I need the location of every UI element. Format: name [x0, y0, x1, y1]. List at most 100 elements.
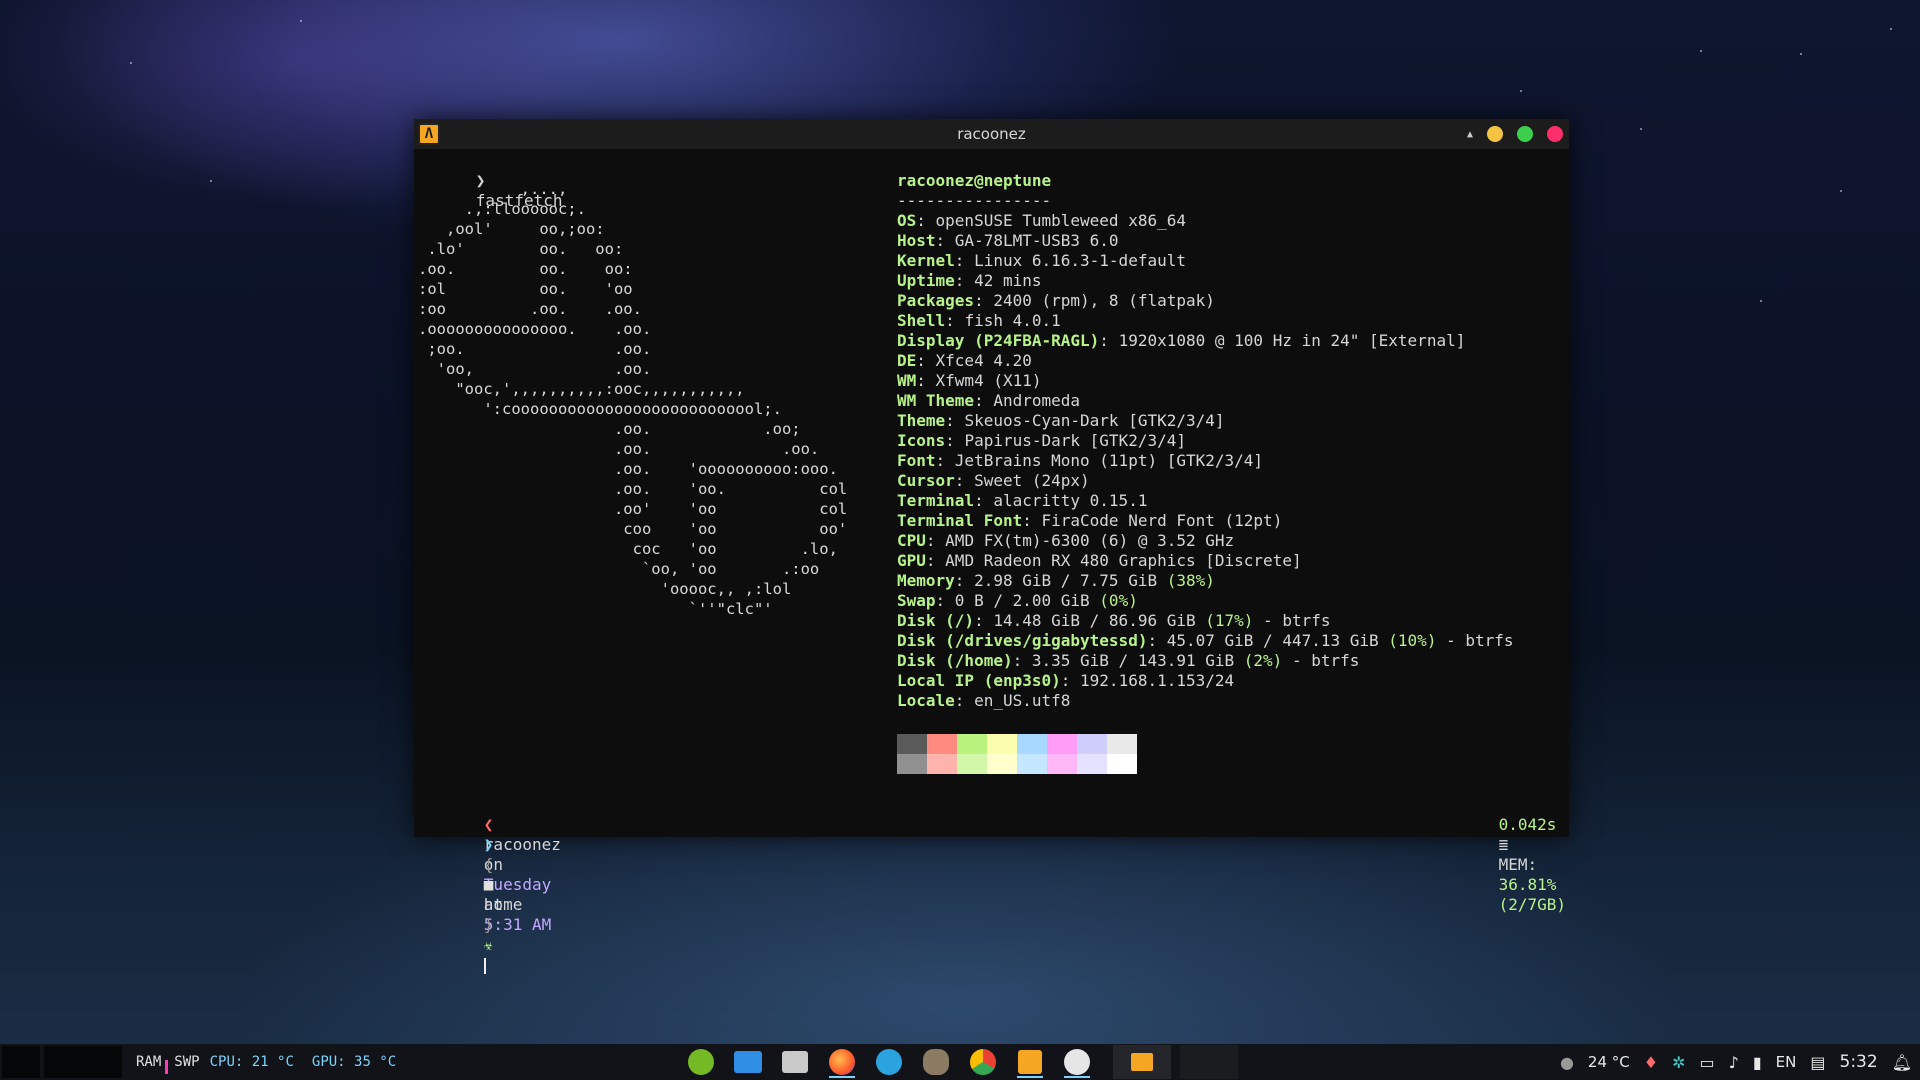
info-colon: :: [954, 251, 975, 270]
info-row: Cursor: Sweet (24px): [897, 471, 1514, 491]
palette-swatch: [987, 754, 1017, 774]
info-key: Disk (/home): [897, 651, 1013, 670]
palette-swatch: [897, 734, 927, 754]
info-key: Uptime: [897, 271, 955, 290]
info-row: Disk (/home): 3.35 GiB / 143.91 GiB (2%)…: [897, 651, 1514, 671]
palette-swatch: [1017, 734, 1047, 754]
palette-swatch: [1077, 734, 1107, 754]
info-key: Host: [897, 231, 936, 250]
shade-caret-icon[interactable]: ▲: [1467, 129, 1473, 140]
display-icon[interactable]: ▭: [1700, 1053, 1715, 1072]
weather-temp[interactable]: 24 °C: [1588, 1053, 1630, 1071]
biohazard-icon: ☣: [483, 935, 494, 954]
task-empty-slot[interactable]: [1180, 1045, 1238, 1079]
info-value: AMD FX(tm)-6300 (6) @ 3.52 GHz: [945, 531, 1235, 550]
info-colon: :: [1012, 651, 1032, 670]
info-row: Font: JetBrains Mono (11pt) [GTK2/3/4]: [897, 451, 1514, 471]
info-colon: :: [916, 371, 936, 390]
keyboard-layout[interactable]: EN: [1776, 1053, 1797, 1071]
info-value: Andromeda: [993, 391, 1081, 410]
dir-open-brace: {: [483, 855, 494, 874]
palette-swatch: [987, 734, 1017, 754]
info-row: GPU: AMD Radeon RX 480 Graphics [Discret…: [897, 551, 1514, 571]
cpu-graph[interactable]: [2, 1046, 40, 1078]
info-row: Kernel: Linux 6.16.3-1-default: [897, 251, 1514, 271]
clipboard-icon[interactable]: ▤: [1810, 1053, 1825, 1072]
info-row: Terminal Font: FiraCode Nerd Font (12pt): [897, 511, 1514, 531]
steam-icon[interactable]: [1058, 1046, 1096, 1078]
palette-swatch: [1107, 734, 1137, 754]
prompt-input-line[interactable]: ❯ { ■ home } ☣: [426, 815, 522, 995]
gimp-icon[interactable]: [917, 1046, 955, 1078]
info-colon: :: [1147, 631, 1167, 650]
info-value: 3.35 GiB / 143.91 GiB: [1031, 651, 1244, 670]
info-row: WM Theme: Andromeda: [897, 391, 1514, 411]
info-row: DE: Xfce4 4.20: [897, 351, 1514, 371]
file-manager-icon[interactable]: [776, 1046, 814, 1078]
network-graph[interactable]: [44, 1046, 122, 1078]
info-value: 45.07 GiB / 447.13 GiB: [1166, 631, 1389, 650]
info-key: Local IP (enp3s0): [897, 671, 1061, 690]
info-value: 1920x1080 @ 100 Hz in 24" [External]: [1118, 331, 1466, 350]
desktop-icon[interactable]: [729, 1046, 767, 1078]
color-palette: [897, 734, 1137, 774]
weather-icon[interactable]: ●: [1560, 1053, 1574, 1072]
clock[interactable]: 5:32: [1840, 1052, 1878, 1072]
taskbar: RAM SWP CPU: 21 °C GPU: 35 °C ● 24 °C ♦ …: [0, 1044, 1920, 1080]
prompt-right-chevron-icon: ❯: [483, 835, 494, 854]
settings-tray-icon[interactable]: ✲: [1672, 1053, 1685, 1072]
info-key: Cursor: [897, 471, 955, 490]
info-percent: (2%): [1243, 651, 1283, 670]
minimize-button[interactable]: [1487, 126, 1503, 142]
swp-label[interactable]: SWP: [174, 1054, 199, 1070]
swap-bar: [165, 1060, 169, 1074]
info-value: Skeuos-Cyan-Dark [GTK2/3/4]: [964, 411, 1225, 430]
system-info: racoonez@neptune ---------------- OS: op…: [897, 171, 1514, 711]
info-key: Shell: [897, 311, 946, 330]
alacritty-launcher-icon[interactable]: [1011, 1046, 1049, 1078]
window-title: racoonez: [957, 125, 1026, 143]
info-row: WM: Xfwm4 (X11): [897, 371, 1514, 391]
palette-swatch: [957, 734, 987, 754]
info-colon: :: [954, 571, 975, 590]
opensuse-menu-icon[interactable]: [682, 1046, 720, 1078]
info-row: Local IP (enp3s0): 192.168.1.153/24: [897, 671, 1514, 691]
info-key: Theme: [897, 411, 946, 430]
battery-icon[interactable]: ▮: [1753, 1053, 1762, 1072]
firefox-icon[interactable]: [823, 1046, 861, 1078]
location-icon[interactable]: ♦: [1644, 1053, 1658, 1072]
info-value: AMD Radeon RX 480 Graphics [Discrete]: [945, 551, 1302, 570]
terminal-titlebar[interactable]: Λ racoonez ▲: [414, 119, 1569, 149]
info-colon: :: [916, 351, 936, 370]
info-key: Display (P24FBA-RAGL): [897, 331, 1100, 350]
gpu-temp[interactable]: GPU: 35 °C: [312, 1054, 396, 1070]
info-key: Memory: [897, 571, 955, 590]
terminal-content[interactable]: ❯ fastfetch ,..., .,:lloooooc;. ,ool' oo…: [414, 149, 1569, 974]
info-key: DE: [897, 351, 917, 370]
info-colon: :: [935, 451, 955, 470]
info-row: Uptime: 42 mins: [897, 271, 1514, 291]
volume-icon[interactable]: ♪: [1729, 1053, 1739, 1072]
info-value: openSUSE Tumbleweed x86_64: [935, 211, 1186, 230]
maximize-button[interactable]: [1517, 126, 1533, 142]
terminal-window[interactable]: Λ racoonez ▲ ❯ fastfetch ,..., .,:lloooo…: [414, 119, 1569, 974]
palette-swatch: [1107, 754, 1137, 774]
info-row: Swap: 0 B / 2.00 GiB (0%): [897, 591, 1514, 611]
cpu-temp[interactable]: CPU: 21 °C: [210, 1054, 294, 1070]
info-key: Icons: [897, 431, 946, 450]
palette-swatch: [927, 734, 957, 754]
notification-bell-icon[interactable]: 🔔︎: [1892, 1053, 1912, 1072]
info-colon: :: [945, 311, 965, 330]
close-button[interactable]: [1547, 126, 1563, 142]
chrome-icon[interactable]: [964, 1046, 1002, 1078]
info-row: Disk (/drives/gigabytessd): 45.07 GiB / …: [897, 631, 1514, 651]
info-percent: (17%): [1205, 611, 1254, 630]
task-alacritty-window[interactable]: [1113, 1045, 1171, 1079]
info-percent: (0%): [1099, 591, 1138, 610]
opensuse-ascii-logo: ,..., .,:lloooooc;. ,ool' oo,;oo: .lo' o…: [418, 180, 848, 618]
ram-label[interactable]: RAM: [136, 1054, 161, 1070]
info-value: 14.48 GiB / 86.96 GiB: [993, 611, 1206, 630]
info-colon: :: [935, 591, 955, 610]
alacritty-task-icon: [1131, 1053, 1153, 1071]
telegram-icon[interactable]: [870, 1046, 908, 1078]
